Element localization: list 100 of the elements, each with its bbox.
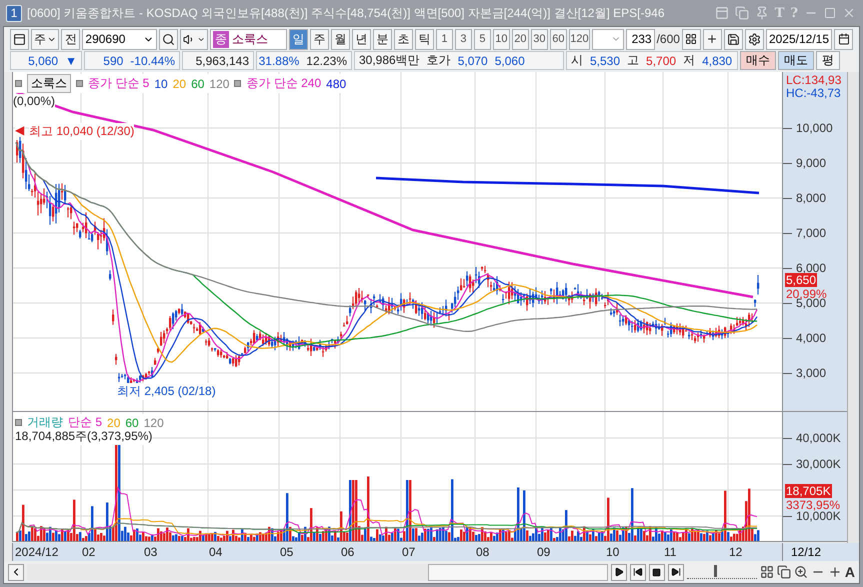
date-tick-label: 02 [82,545,96,559]
ohl-value: 4,830 [702,54,732,68]
rewind-button[interactable] [630,564,646,580]
date-tick-label: 03 [144,545,158,559]
lc-value: LC:134,93 [785,73,842,87]
period-tab[interactable]: 초 [394,28,413,50]
stock-name: 소룩스 [232,30,269,48]
legend-stock-name[interactable]: 소룩스 [27,74,71,93]
volume-ratio: 31.88% [258,54,300,68]
unit-button[interactable]: 20 [512,28,529,50]
date-tick-label: 05 [280,545,294,559]
count-total: /600 [656,32,680,46]
zoom-in-icon[interactable] [828,565,842,579]
unit-button[interactable]: 1 [436,28,453,50]
price-tick-label: 7,000 [796,226,826,240]
legend-marker [15,80,22,87]
legend-item[interactable]: 종가 단순 240 [246,75,322,92]
change-percent: -10.44% [130,54,175,68]
last-change-label: 20,99% [785,287,828,301]
period-tab[interactable]: 년 [352,28,371,50]
legend-item[interactable]: 10 [154,76,168,90]
line-add-button[interactable] [702,28,722,50]
code-field[interactable]: 290690 [82,28,158,50]
price-change: 590 [103,54,124,68]
ohl-value: 5,700 [646,54,676,68]
price-tick-label: 10,000 [796,121,833,135]
date-field[interactable]: 2025/12/15 [766,28,832,50]
ohl-value: 5,530 [590,54,620,68]
date-tick-label: 08 [476,545,490,559]
unit-button[interactable]: 10 [492,28,510,50]
legend-item[interactable]: 단순 5 [68,414,102,431]
last-price-label: 5,650 [785,273,818,287]
settings-button[interactable] [744,28,764,50]
copy-icon[interactable] [776,565,791,579]
play-button[interactable] [610,564,627,580]
ohl-label: 고 [627,52,640,69]
save-icon [726,32,740,46]
price-tick-label: 3,000 [796,366,826,380]
low-price-note: 최저 2,405 (02/18) [117,383,216,400]
stop-button[interactable] [648,564,665,580]
legend-marker [15,419,22,426]
period-tab[interactable]: 월 [330,28,350,50]
legend-marker [76,80,83,87]
panel-toggle-button[interactable] [10,28,29,50]
calendar-button[interactable] [834,28,854,50]
period-tab[interactable]: 틱 [414,28,434,50]
calendar-icon [838,33,850,45]
stop-icon [652,568,662,576]
unit-button[interactable]: 5 [474,28,491,50]
prev-button[interactable]: 전 [61,28,80,50]
market-dropdown[interactable]: 주 [31,28,60,50]
high-price-note: 최고 10,040 (12/30) [29,123,134,140]
speaker-button[interactable] [180,28,208,50]
unit-button[interactable]: 60 [550,28,567,50]
candle-add-button[interactable] [682,28,701,50]
volume-tick-label: 30,000K [796,457,841,471]
volume-tick-label: 10,000K [796,509,841,523]
trade-amount: 30,986백만 [359,52,420,69]
search-icon[interactable] [794,565,808,579]
date-tick-label: 11 [664,545,676,559]
unit-button[interactable]: 30 [530,28,548,50]
order-button[interactable]: 평 [816,51,840,70]
high-marker: ◀ [15,123,24,137]
search-icon [162,32,176,46]
save-button[interactable] [724,28,743,50]
scroll-track[interactable] [27,564,608,580]
unit-button[interactable]: 120 [568,28,590,50]
date-tick-label: 07 [402,545,416,559]
unit-button[interactable]: 3 [454,28,472,50]
layout-icon[interactable] [760,565,774,579]
font-size-button[interactable]: A [844,564,855,580]
count-field[interactable]: 233 [626,28,655,50]
date-tick-label: 10 [606,545,620,559]
legend-item[interactable]: 120 [209,76,230,90]
window-title: [0600] 키움종합차트 - KOSDAQ 외국인보유[488(천)] 주식수[48,754(천)] 액면[500] 자본금[244(억)] 결산[12월] EPS[-946 [27,4,665,22]
fast-forward-button[interactable] [668,564,684,580]
trade-volume: 5,963,143 [196,54,249,68]
legend-item[interactable]: 480 [326,76,346,90]
search-button[interactable] [159,28,178,50]
period-tab[interactable]: 일 [288,28,308,50]
order-button[interactable]: 매수 [740,51,776,70]
price-tick-label: 9,000 [796,156,826,170]
legend-item[interactable]: 종가 단순 5 [88,75,150,92]
ohl-label: 시 [571,52,583,69]
order-button[interactable]: 매도 [778,51,814,70]
zoom-slider[interactable] [686,565,757,579]
turnover-ratio: 12.23% [306,54,347,68]
ohl-label: 저 [683,52,696,69]
period-tab[interactable]: 주 [310,28,329,50]
period-tab[interactable]: 분 [372,28,392,50]
window-number: 1 [6,4,22,22]
plus-icon [706,33,718,45]
grid-icon [685,33,698,45]
scroll-left-button[interactable] [8,564,24,580]
volume-tick-label: 40,000K [796,431,841,445]
legend-item[interactable]: 120 [144,416,164,430]
scroll-thumb[interactable] [428,564,608,580]
stock-name-field[interactable]: 종 소룩스 [210,28,287,50]
price-tick-label: 6,000 [796,261,826,275]
slider-thumb[interactable] [714,565,717,577]
